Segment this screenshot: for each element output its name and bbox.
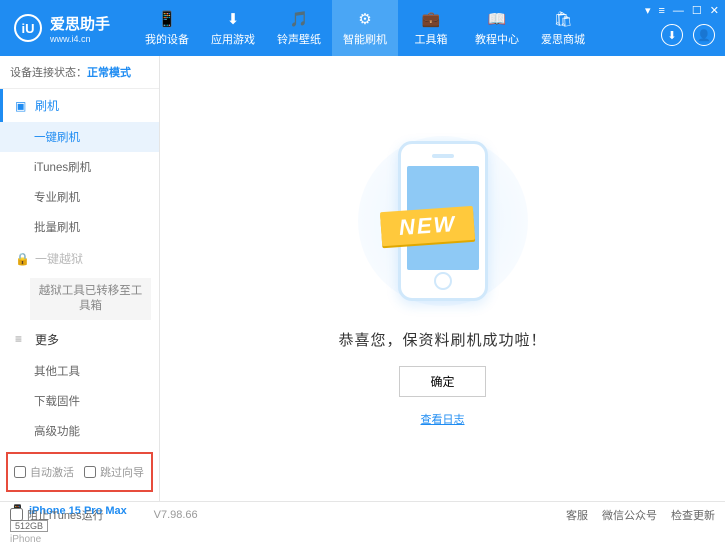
toolbox-icon: 💼 [422, 10, 440, 28]
device-type: iPhone [10, 534, 149, 545]
nav-apps-games[interactable]: ⬇应用游戏 [200, 0, 266, 56]
view-log-link[interactable]: 查看日志 [421, 411, 465, 427]
checkbox-block-itunes[interactable]: 阻止iTunes运行 [10, 507, 104, 523]
success-illustration: NEW [343, 131, 543, 311]
connection-status: 设备连接状态：正常模式 [0, 56, 159, 89]
menu-icon[interactable]: ▾ [645, 4, 651, 17]
footer-link-update[interactable]: 检查更新 [671, 507, 715, 523]
sidebar-item-advanced[interactable]: 高级功能 [0, 416, 159, 446]
flash-icon: ⚙ [356, 10, 374, 28]
options-icon[interactable]: ≡ [658, 5, 664, 17]
footer-link-wechat[interactable]: 微信公众号 [602, 507, 657, 523]
nav-smart-flash[interactable]: ⚙智能刷机 [332, 0, 398, 56]
main-nav: 📱我的设备 ⬇应用游戏 🎵铃声壁纸 ⚙智能刷机 💼工具箱 📖教程中心 🛍爱思商城 [134, 0, 596, 56]
sidebar-item-batch-flash[interactable]: 批量刷机 [0, 212, 159, 242]
apps-icon: ⬇ [224, 10, 242, 28]
sidebar-item-other-tools[interactable]: 其他工具 [0, 356, 159, 386]
device-icon: 📱 [158, 10, 176, 28]
nav-store[interactable]: 🛍爱思商城 [530, 0, 596, 56]
app-name: 爱思助手 [50, 13, 110, 34]
user-icon[interactable]: 👤 [693, 24, 715, 46]
logo-icon: iU [14, 14, 42, 42]
success-message: 恭喜您，保资料刷机成功啦！ [338, 329, 546, 350]
app-header: iU 爱思助手 www.i4.cn 📱我的设备 ⬇应用游戏 🎵铃声壁纸 ⚙智能刷… [0, 0, 725, 56]
ok-button[interactable]: 确定 [399, 366, 485, 397]
nav-tutorials[interactable]: 📖教程中心 [464, 0, 530, 56]
minimize-icon[interactable]: — [673, 5, 684, 17]
store-icon: 🛍 [554, 10, 572, 28]
flash-section-icon: ▣ [15, 99, 29, 113]
section-flash[interactable]: ▣刷机 [0, 89, 159, 122]
tutorial-icon: 📖 [488, 10, 506, 28]
sidebar-item-itunes-flash[interactable]: iTunes刷机 [0, 152, 159, 182]
app-url: www.i4.cn [50, 34, 110, 44]
nav-my-device[interactable]: 📱我的设备 [134, 0, 200, 56]
footer-link-support[interactable]: 客服 [566, 507, 588, 523]
close-icon[interactable]: ✕ [710, 4, 719, 17]
sidebar: 设备连接状态：正常模式 ▣刷机 一键刷机 iTunes刷机 专业刷机 批量刷机 … [0, 56, 160, 501]
ringtone-icon: 🎵 [290, 10, 308, 28]
logo-area: iU 爱思助手 www.i4.cn [0, 13, 124, 44]
sidebar-item-pro-flash[interactable]: 专业刷机 [0, 182, 159, 212]
nav-toolbox[interactable]: 💼工具箱 [398, 0, 464, 56]
more-icon: ≡ [15, 332, 29, 346]
checkbox-skip-guide[interactable]: 跳过向导 [84, 464, 144, 480]
sidebar-item-oneclick-flash[interactable]: 一键刷机 [0, 122, 159, 152]
version-label: V7.98.66 [154, 509, 198, 521]
new-ribbon: NEW [379, 205, 474, 245]
main-content: NEW 恭喜您，保资料刷机成功啦！ 确定 查看日志 [160, 56, 725, 501]
maximize-icon[interactable]: ☐ [692, 4, 702, 17]
section-jailbreak: 🔒一键越狱 [0, 242, 159, 275]
lock-icon: 🔒 [15, 252, 29, 266]
window-controls: ▾ ≡ — ☐ ✕ [645, 4, 719, 17]
jailbreak-moved-note: 越狱工具已转移至工具箱 [30, 278, 151, 320]
section-more[interactable]: ≡更多 [0, 323, 159, 356]
nav-ringtones[interactable]: 🎵铃声壁纸 [266, 0, 332, 56]
download-icon[interactable]: ⬇ [661, 24, 683, 46]
options-highlight-box: 自动激活 跳过向导 [6, 452, 153, 492]
sidebar-item-download-firmware[interactable]: 下载固件 [0, 386, 159, 416]
checkbox-auto-activate[interactable]: 自动激活 [14, 464, 74, 480]
